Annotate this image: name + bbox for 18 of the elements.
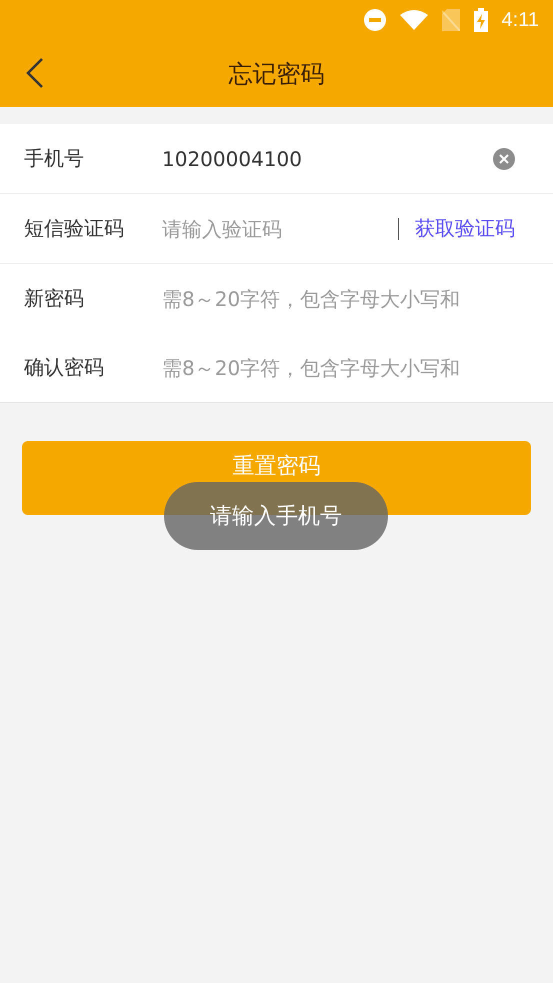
input-field[interactable]: 需8～20字符，包含字母大小写和 <box>162 286 529 310</box>
input-field[interactable]: 10200004100 <box>162 146 493 170</box>
do-not-disturb-icon <box>364 9 386 31</box>
field-label: 新密码 <box>24 285 85 312</box>
back-icon[interactable] <box>26 58 44 88</box>
input-field[interactable]: 需8～20字符，包含字母大小写和 <box>162 356 529 380</box>
field-label: 短信验证码 <box>24 215 125 242</box>
status-time: 4:11 <box>502 8 539 32</box>
field-label: 确认密码 <box>24 354 105 381</box>
get-code-link[interactable]: 获取验证码 <box>415 215 515 242</box>
input-field[interactable]: 请输入验证码 <box>162 216 398 240</box>
toast-message: 请输入手机号 <box>164 482 388 550</box>
battery-icon <box>474 8 488 32</box>
field-label: 手机号 <box>24 145 85 172</box>
no-sim-icon <box>442 9 460 31</box>
wifi-icon <box>400 10 428 30</box>
page-title: 忘记密码 <box>228 58 324 90</box>
clear-icon[interactable] <box>493 148 515 170</box>
